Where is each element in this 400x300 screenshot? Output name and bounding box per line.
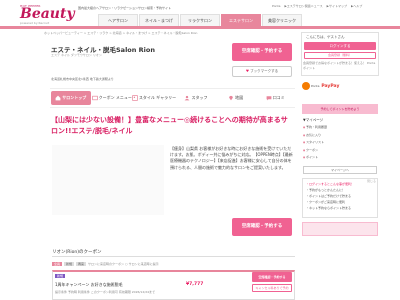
bookmark-button[interactable]: ♥ ブックマークする: [232, 66, 292, 77]
payment-logos: Ponta PayPay: [302, 82, 378, 102]
bookmark-label: ブックマークする: [250, 69, 279, 73]
coupon-reserve-button[interactable]: 空席確認・予約する: [252, 272, 292, 282]
header-description: 国内最大級のヘアサロン・リラクゼーションサロン検索・予約サイト: [78, 6, 171, 10]
nav-staff[interactable]: スタッフ: [176, 89, 216, 107]
salon-access: 北海道札幌市中央区北1条西 地下鉄大通駅より: [51, 77, 114, 81]
close-icon[interactable]: 閉じる: [367, 179, 376, 183]
nav-salon-top[interactable]: サロントップ: [51, 91, 91, 105]
nav-coupon-menu[interactable]: クーポン メニュー: [91, 89, 132, 107]
mypage-item-points[interactable]: ポイント: [303, 154, 379, 162]
review-icon: [266, 95, 272, 101]
staff-icon: [184, 95, 190, 101]
coupon-title: 1周年キャンペーン お好きな施術脱毛: [55, 282, 123, 287]
nav-label: 地図: [235, 95, 244, 100]
heart-icon: ♥: [245, 69, 249, 73]
point-note: 会員登録でお得なポイントが貯まる！使える！ Pontaポイント: [303, 61, 376, 70]
mypage-item-history[interactable]: 予約・利用履歴: [303, 124, 379, 132]
header-accent-bar: [0, 26, 400, 29]
filter-text: サロンに来店時のクーポン ○ サロンに来店時に提示: [88, 262, 159, 266]
category-tabs: ヘアサロン ネイル・まつげ リラクサロン エステサロン 美容クリニック: [98, 14, 303, 26]
tab-hair[interactable]: ヘアサロン: [98, 14, 138, 26]
header-links: Ponta ▶エステサロン関連ニュース ▶サイトマップ ▶ヘルプ: [272, 4, 366, 8]
tab-nail[interactable]: ネイル・まつげ: [139, 14, 179, 26]
filter-new[interactable]: 新規: [64, 262, 75, 266]
coupon-filter-bar: 全員 新規 再来 サロンに来店時のクーポン ○ サロンに来店時に提示: [52, 262, 295, 267]
tab-esthe[interactable]: エステサロン: [221, 14, 261, 26]
mypage-list: 予約・利用履歴 お気に入り スタイリスト クーポン ポイント: [303, 124, 379, 162]
login-benefits-note: ・ログインするとこんな事が便利！ ・予約がもっとかんたんに！ ・ポイントはご予約…: [302, 178, 378, 218]
ponta-label: Ponta: [310, 84, 320, 88]
nav-label: スタイル ギャラリー: [138, 95, 177, 100]
breadcrumb[interactable]: ホットペッパービューティー > エステ・リラク > 北海道 > ネイル・まつげ …: [44, 31, 197, 35]
ponta-icon: [302, 82, 310, 90]
mypage-button[interactable]: マイページへ: [303, 166, 377, 174]
salon-kana: エステ ネイル ダツモウサロン リオン: [51, 53, 102, 57]
nav-style-gallery[interactable]: スタイル ギャラリー: [132, 89, 176, 107]
header-link-ponta[interactable]: Ponta: [272, 4, 280, 8]
salon-nav: サロントップ クーポン メニュー スタイル ギャラリー スタッフ 地図 口コミ: [50, 88, 295, 108]
header-link-help[interactable]: ▶ヘルプ: [351, 4, 362, 8]
reserve-button-top[interactable]: 空席確認・予約する: [232, 43, 292, 61]
nav-label: スタッフ: [191, 95, 208, 100]
tab-clinic[interactable]: 美容クリニック: [262, 14, 302, 26]
mypage-item-favorites[interactable]: お気に入り: [303, 132, 379, 140]
mypage-item-stylist[interactable]: スタイリスト: [303, 139, 379, 147]
nav-label: サロントップ: [62, 95, 87, 100]
tab-relax[interactable]: リラクサロン: [180, 14, 220, 26]
salon-description: 【痩身】山梨県 お客様がお好きな時にお好きな施術を受けていただけます。お肌、ボデ…: [170, 146, 293, 170]
sidebar-banner[interactable]: [302, 222, 378, 236]
reserve-button-mid[interactable]: 空席確認・予約する: [232, 218, 292, 236]
site-logo[interactable]: Beauty: [20, 6, 75, 22]
nav-reviews[interactable]: 口コミ: [255, 89, 295, 107]
mypage-title: ▼マイページ: [303, 118, 324, 122]
divider: [52, 256, 295, 257]
coupon-conditions: 提示条件 予約時 利用条件 このクーポン利用可 有効期限 2026/12/24ま…: [55, 290, 156, 294]
nav-label: 口コミ: [272, 95, 285, 100]
filter-all[interactable]: 全員: [52, 262, 63, 266]
coupon-heading: リオン(Rion)のクーポン: [52, 250, 102, 255]
filter-repeat[interactable]: 再来: [76, 262, 87, 266]
login-button[interactable]: ログインする: [304, 42, 376, 50]
coupon-icon: [91, 95, 98, 101]
coupon-price: ¥7,777: [186, 282, 204, 287]
coupon-cancel-fee-button[interactable]: キャンセル料ありで予約: [252, 284, 292, 292]
register-button[interactable]: 会員登録（無料）: [304, 52, 376, 59]
nav-map[interactable]: 地図: [216, 89, 256, 107]
map-icon: [228, 95, 234, 101]
salon-catch-copy: 【山梨には少ない設備！】豊富なメニュー◎続けることへの期待が高まるサロン!!エス…: [51, 116, 288, 135]
nav-label: クーポン メニュー: [98, 95, 132, 100]
points-banner[interactable]: 予約してポイントを貯めよう: [302, 104, 378, 114]
header-link-sitemap[interactable]: ▶サイトマップ: [327, 4, 347, 8]
guest-greeting: こんにちは、ゲストさん: [306, 35, 345, 39]
paypay-logo: PayPay: [321, 84, 340, 89]
logo-powered-by: powered by Recruit: [20, 21, 50, 25]
home-icon: [55, 95, 61, 101]
note-line: ・ネット予約ならポイント貯まる: [306, 206, 352, 210]
coupon-type-badge: 新規: [55, 274, 66, 278]
header-link-news[interactable]: ▶エステサロン関連ニュース: [284, 4, 322, 8]
mypage-item-coupon[interactable]: クーポン: [303, 147, 379, 155]
gallery-icon: [132, 95, 138, 101]
salon-photo: [52, 145, 164, 215]
